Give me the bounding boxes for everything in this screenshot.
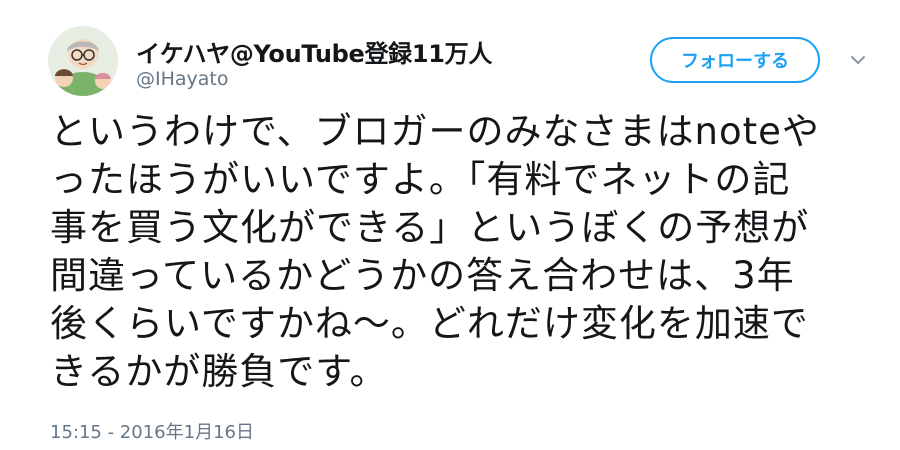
tweet-text: というわけで、ブロガーのみなさまはnoteや ったほうがいいですよ。「有料でネッ…	[50, 108, 865, 396]
tweet-text-line: きるかが勝負です。	[50, 350, 388, 393]
tweet-timestamp[interactable]: 15:15 - 2016年1月16日	[50, 418, 254, 444]
tweet-card: イケハヤ@YouTube登録11万人 @IHayato フォローする というわけ…	[0, 0, 900, 450]
follow-button[interactable]: フォローする	[650, 37, 820, 83]
chevron-down-icon[interactable]	[846, 48, 870, 72]
tweet-text-line: 事を買う文化ができる」というぼくの予想が	[50, 206, 810, 249]
tweet-text-line: 後くらいですかね〜。どれだけ変化を加速で	[50, 302, 809, 345]
tweet-text-line: ったほうがいいですよ。「有料でネットの記	[50, 158, 791, 201]
tweet-text-line: 間違っているかどうかの答え合わせは、3年	[50, 254, 795, 297]
avatar-illustration	[48, 26, 118, 96]
author-display-name[interactable]: イケハヤ@YouTube登録11万人	[136, 34, 492, 69]
author-handle[interactable]: @IHayato	[136, 68, 229, 90]
avatar[interactable]	[48, 26, 118, 96]
tweet-text-line: というわけで、ブロガーのみなさまはnoteや	[50, 110, 820, 153]
